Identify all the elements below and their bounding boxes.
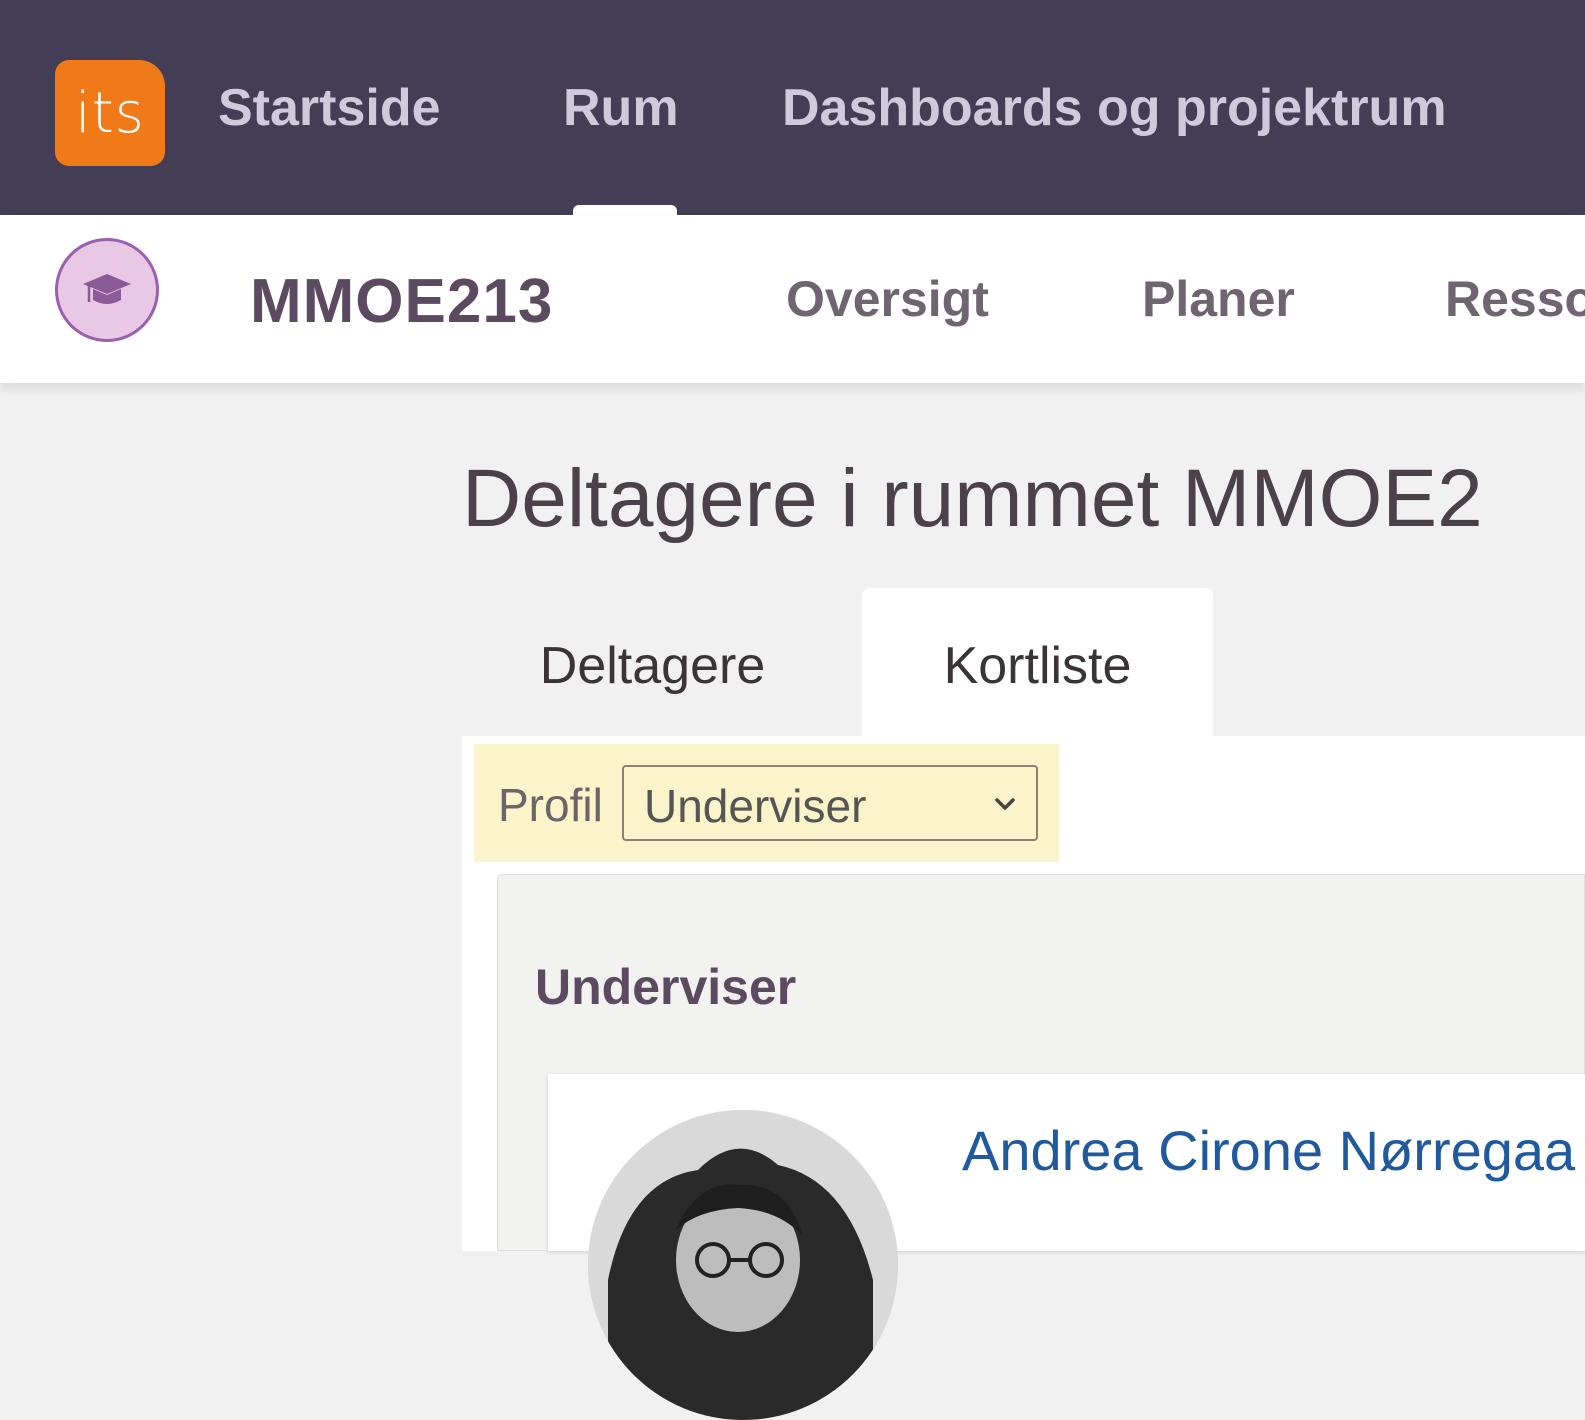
profile-select-value: Underviser (644, 780, 867, 832)
subnav-ressourcer[interactable]: Resso (1445, 270, 1585, 328)
profile-select[interactable]: Underviser (622, 765, 1038, 841)
nav-startside[interactable]: Startside (218, 78, 441, 138)
section-heading: Underviser (535, 959, 797, 1015)
tab-deltagere[interactable]: Deltagere (490, 588, 815, 743)
nav-rum[interactable]: Rum (563, 78, 679, 138)
tab-kortliste[interactable]: Kortliste (862, 588, 1213, 743)
person-name-link[interactable]: Andrea Cirone Nørregaa (962, 1118, 1575, 1183)
subnav-planer[interactable]: Planer (1142, 270, 1295, 328)
its-logo[interactable]: its (55, 60, 165, 166)
person-photo (588, 1110, 898, 1420)
room-avatar (55, 238, 159, 342)
top-navigation-bar: its Startside Rum Dashboards og projektr… (0, 0, 1585, 219)
subnav-oversigt[interactable]: Oversigt (786, 270, 989, 328)
profile-filter-label: Profil (498, 779, 603, 831)
room-title: MMOE213 (250, 267, 554, 336)
nav-dashboards[interactable]: Dashboards og projektrum (782, 78, 1447, 138)
page-title: Deltagere i rummet MMOE2 (462, 453, 1483, 544)
person-portrait-image (588, 1110, 898, 1420)
chevron-down-icon (995, 798, 1015, 810)
graduation-cap-icon (83, 274, 131, 304)
